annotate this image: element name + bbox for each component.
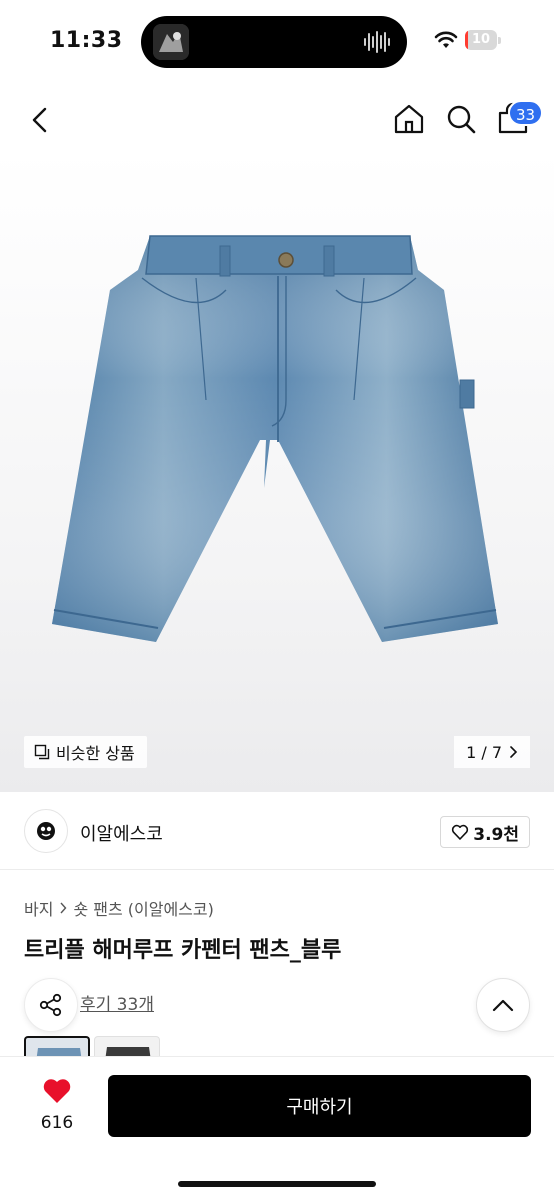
- status-bar: 11:33 10: [0, 0, 554, 80]
- back-icon[interactable]: [24, 104, 56, 136]
- battery-indicator: 10: [465, 30, 501, 50]
- brand-logo[interactable]: [24, 809, 68, 853]
- image-counter-text: 1 / 7: [466, 742, 502, 762]
- image-counter[interactable]: 1 / 7: [454, 736, 530, 768]
- brand-row[interactable]: 이알에스코 3.9천: [0, 792, 554, 870]
- product-title: 트리플 해머루프 카펜터 팬츠_블루: [24, 938, 342, 963]
- search-icon[interactable]: [444, 102, 478, 136]
- brand-logo-mark: [37, 822, 55, 840]
- breadcrumb-item[interactable]: 숏 팬츠 (이알에스코): [73, 896, 213, 920]
- breadcrumb-item[interactable]: 바지: [24, 896, 53, 920]
- similar-products-label: 비슷한 상품: [56, 744, 135, 763]
- dynamic-island[interactable]: [141, 16, 407, 68]
- audio-waveform-icon: [364, 31, 390, 53]
- share-button[interactable]: [24, 978, 78, 1032]
- purchase-bar: 616 구매하기: [0, 1056, 554, 1200]
- similar-products-button[interactable]: 비슷한 상품: [24, 736, 147, 768]
- brand-like-button[interactable]: 3.9천: [440, 816, 530, 848]
- home-icon[interactable]: [392, 102, 426, 136]
- cart-count-badge: 33: [508, 100, 544, 126]
- similar-items-icon: [34, 744, 50, 760]
- reviews-link[interactable]: 후기 33개: [80, 990, 154, 1015]
- wishlist-button[interactable]: 616: [34, 1077, 80, 1133]
- buy-button[interactable]: 구매하기: [108, 1075, 531, 1137]
- heart-filled-icon: [43, 1079, 71, 1103]
- now-playing-artwork: [153, 24, 189, 60]
- scroll-top-button[interactable]: [476, 978, 530, 1032]
- status-time: 11:33: [50, 28, 123, 53]
- wishlist-count: 616: [40, 1113, 74, 1133]
- product-image-gallery[interactable]: 비슷한 상품 1 / 7: [0, 150, 554, 792]
- chevron-right-icon: [60, 902, 67, 914]
- chevron-right-icon: [510, 746, 518, 758]
- share-icon: [39, 993, 62, 1017]
- brand-name[interactable]: 이알에스코: [80, 820, 163, 846]
- breadcrumb: 바지 숏 팬츠 (이알에스코): [24, 896, 214, 920]
- home-indicator[interactable]: [178, 1181, 376, 1187]
- wifi-icon: [434, 31, 458, 48]
- product-image[interactable]: [46, 230, 506, 700]
- heart-outline-icon: [452, 824, 469, 840]
- brand-like-count: 3.9천: [473, 824, 519, 845]
- battery-level-text: 10: [471, 32, 491, 47]
- chevron-up-icon: [492, 999, 514, 1012]
